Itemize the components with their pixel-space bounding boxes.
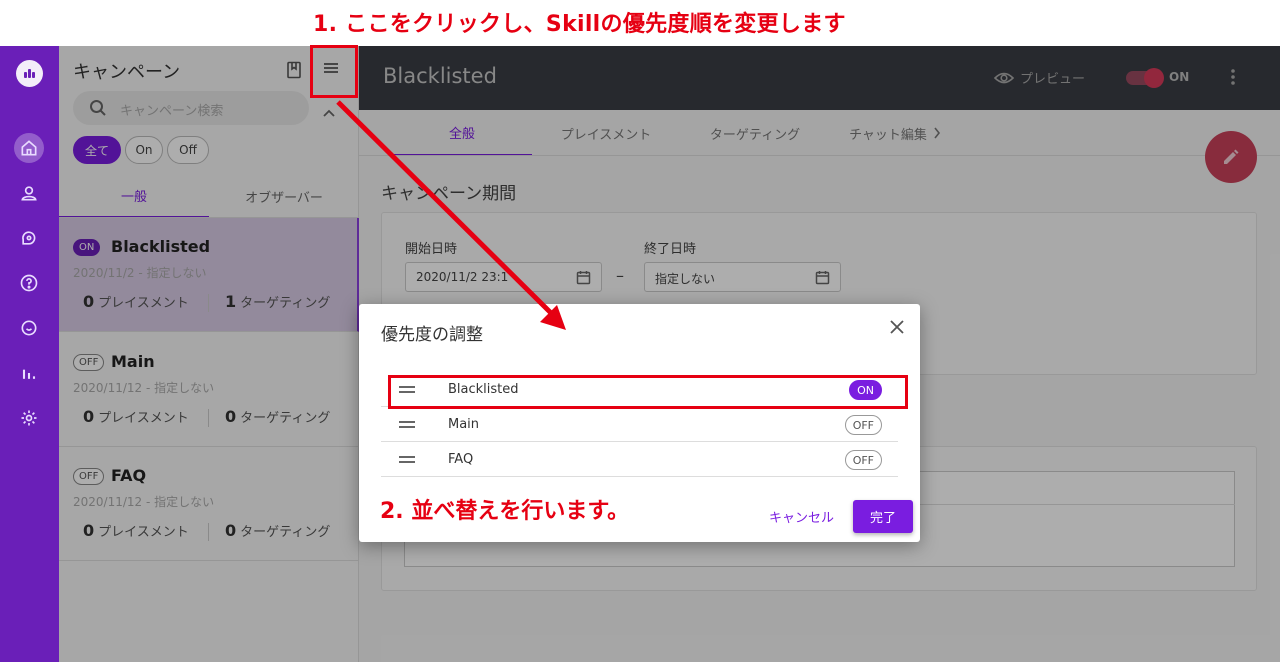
user-icon[interactable]	[14, 178, 44, 208]
status-badge: OFF	[844, 415, 882, 435]
annotation-step2: 2. 並べ替えを行います。	[380, 499, 630, 524]
app-logo	[16, 60, 43, 87]
drag-handle-icon[interactable]	[399, 421, 415, 428]
priority-row[interactable]: Main OFF	[381, 408, 898, 442]
dialog-title: 優先度の調整	[381, 325, 483, 345]
done-button[interactable]: 完了	[853, 500, 913, 533]
help-icon[interactable]	[14, 268, 44, 298]
cancel-button[interactable]: キャンセル	[769, 507, 834, 526]
priority-row[interactable]: FAQ OFF	[381, 443, 898, 477]
close-icon[interactable]	[889, 319, 905, 335]
campaign-icon[interactable]	[14, 223, 44, 253]
annotation-banner: 1. ここをクリックし、Skillの優先度順を変更します	[0, 0, 1280, 46]
annotation-step1: 1. ここをクリックし、Skillの優先度順を変更します	[313, 12, 846, 37]
status-badge: OFF	[844, 450, 882, 470]
analytics-icon[interactable]	[14, 358, 44, 388]
priority-dialog: 優先度の調整 Blacklisted ON Main OFF FAQ OFF 2…	[359, 304, 920, 542]
app: キャンペーン キャンペーン検索 全て On Off 一般 オブザーバー ON B…	[0, 46, 1280, 662]
chat-icon[interactable]	[14, 313, 44, 343]
menu-highlight-box	[310, 45, 358, 98]
priority-row-name: Main	[448, 417, 480, 432]
home-icon[interactable]	[14, 133, 44, 163]
priority-row-name: FAQ	[448, 452, 474, 467]
gear-icon[interactable]	[14, 403, 44, 433]
nav-rail	[0, 46, 59, 662]
drag-handle-icon[interactable]	[399, 456, 415, 463]
row-highlight-box	[388, 375, 908, 409]
